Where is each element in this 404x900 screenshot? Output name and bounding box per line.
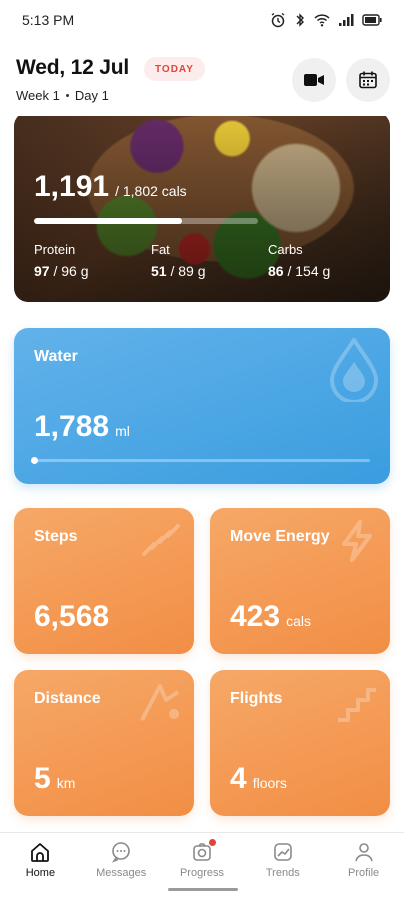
macro-value: 86 [268,263,284,279]
water-unit: ml [115,423,130,439]
stat-number: 4 [230,762,247,795]
messages-icon [112,842,130,863]
steps-card[interactable]: Steps 6,568 [14,508,194,654]
stat-title: Distance [34,690,101,707]
calendar-icon [359,71,377,89]
home-icon [31,843,50,862]
battery-icon [362,14,382,26]
stat-title: Flights [230,690,283,707]
macro-label: Protein [34,242,76,257]
week-day-label: Week 1 Day 1 [16,88,109,103]
week-label: Week 1 [16,88,60,103]
stat-title: Move Energy [230,528,330,545]
water-amount: 1,788 [34,410,110,443]
header: Wed, 12 Jul TODAY Week 1 Day 1 [0,48,404,112]
stat-number: 5 [34,762,51,795]
energy-icon [342,520,372,562]
home-indicator [168,888,238,891]
stat-value: 5 km [34,762,75,796]
macro-goal: / 89 g [170,263,206,279]
trends-icon [273,843,292,861]
macro-value: 97 [34,263,50,279]
bluetooth-icon [296,13,304,27]
macro-goal: / 96 g [53,263,89,279]
calories-summary: 1,191 / 1,802 cals [34,170,187,204]
stat-value: 4 floors [230,762,287,796]
macro-carbs: Carbs 86 / 154 g [268,242,330,279]
video-icon [304,74,324,86]
nutrition-card[interactable]: 1,191 / 1,802 cals Protein 97 / 96 g Fat… [14,116,390,302]
page-title: Wed, 12 Jul [16,56,129,79]
macro-value: 51 [151,263,167,279]
macro-label: Carbs [268,242,303,257]
calories-progress-bar [34,218,258,224]
macro-protein: Protein 97 / 96 g [34,242,89,279]
stat-number: 6,568 [34,600,110,633]
calories-progress-fill [34,218,182,224]
nav-item-home[interactable]: Home [0,833,81,900]
today-badge[interactable]: TODAY [144,57,205,81]
move-energy-card[interactable]: Move Energy 423 cals [210,508,390,654]
nav-label: Trends [265,867,300,879]
video-button[interactable] [292,58,336,102]
stat-title: Steps [34,528,78,545]
nav-label: Messages [96,867,147,879]
calories-value: 1,191 [34,170,110,203]
notification-dot [208,839,216,846]
distance-card[interactable]: Distance 5 km [14,670,194,816]
status-bar: 5:13 PM [0,0,404,40]
steps-icon [142,524,180,556]
water-card[interactable]: Water 1,788 ml [14,328,390,484]
nav-item-profile[interactable]: Profile [323,833,404,900]
signal-icon [339,14,354,26]
water-title: Water [34,348,78,365]
status-time: 5:13 PM [22,12,75,28]
water-progress-handle [31,457,38,464]
calories-goal: / 1,802 cals [115,183,187,199]
separator-dot [65,94,69,97]
water-value: 1,788 ml [34,410,130,444]
water-drop-icon [329,338,379,402]
nav-item-trends[interactable]: Trends [242,833,323,900]
nav-label: Home [25,867,56,879]
profile-icon [354,843,373,862]
nav-label: Profile [347,867,380,879]
calendar-button[interactable] [346,58,390,102]
stat-unit: floors [252,775,287,791]
macro-fat: Fat 51 / 89 g [151,242,206,279]
day-label: Day 1 [74,88,109,103]
status-icons [270,12,382,28]
stat-unit: cals [286,613,311,629]
alarm-icon [271,12,285,28]
macro-goal: / 154 g [287,263,331,279]
stat-number: 423 [230,600,281,633]
stat-value: 423 cals [230,600,311,634]
stat-value: 6,568 [34,600,115,634]
nav-label: Progress [179,867,224,879]
macro-label: Fat [151,242,170,257]
flights-card[interactable]: Flights 4 floors [210,670,390,816]
nav-item-messages[interactable]: Messages [81,833,162,900]
stairs-icon [338,688,376,722]
distance-icon [140,684,180,721]
wifi-icon [314,14,330,27]
water-progress-bar [31,457,370,464]
dashboard-scroll[interactable]: 1,191 / 1,802 cals Protein 97 / 96 g Fat… [0,116,404,832]
stat-unit: km [56,775,76,791]
